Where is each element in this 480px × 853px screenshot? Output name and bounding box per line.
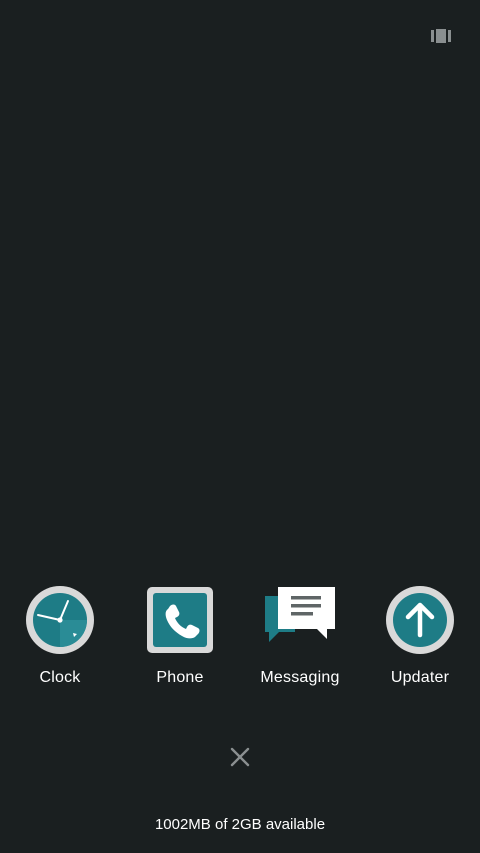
app-label: Clock [39, 669, 81, 686]
memory-status: 1002MB of 2GB available [154, 816, 326, 833]
view-carousel-icon [431, 28, 451, 48]
clock-icon [24, 584, 96, 656]
app-label: Phone [156, 669, 204, 686]
close-icon [229, 746, 251, 773]
recent-apps-dock: Clock Phone Messaging Updater [0, 584, 480, 694]
phone-icon [144, 584, 216, 656]
layout-toggle-button[interactable] [430, 28, 452, 48]
upload-arrow-icon [384, 584, 456, 656]
recents-screen: Clock Phone Messaging Updater 1002MB of … [0, 0, 480, 853]
app-label: Updater [390, 669, 450, 686]
app-phone[interactable]: Phone [120, 584, 240, 688]
app-messaging[interactable]: Messaging [240, 584, 360, 688]
messaging-icon [264, 584, 336, 656]
clear-all-button[interactable] [227, 746, 253, 772]
app-updater[interactable]: Updater [360, 584, 480, 688]
app-label: Messaging [260, 669, 340, 686]
app-clock[interactable]: Clock [0, 584, 120, 688]
